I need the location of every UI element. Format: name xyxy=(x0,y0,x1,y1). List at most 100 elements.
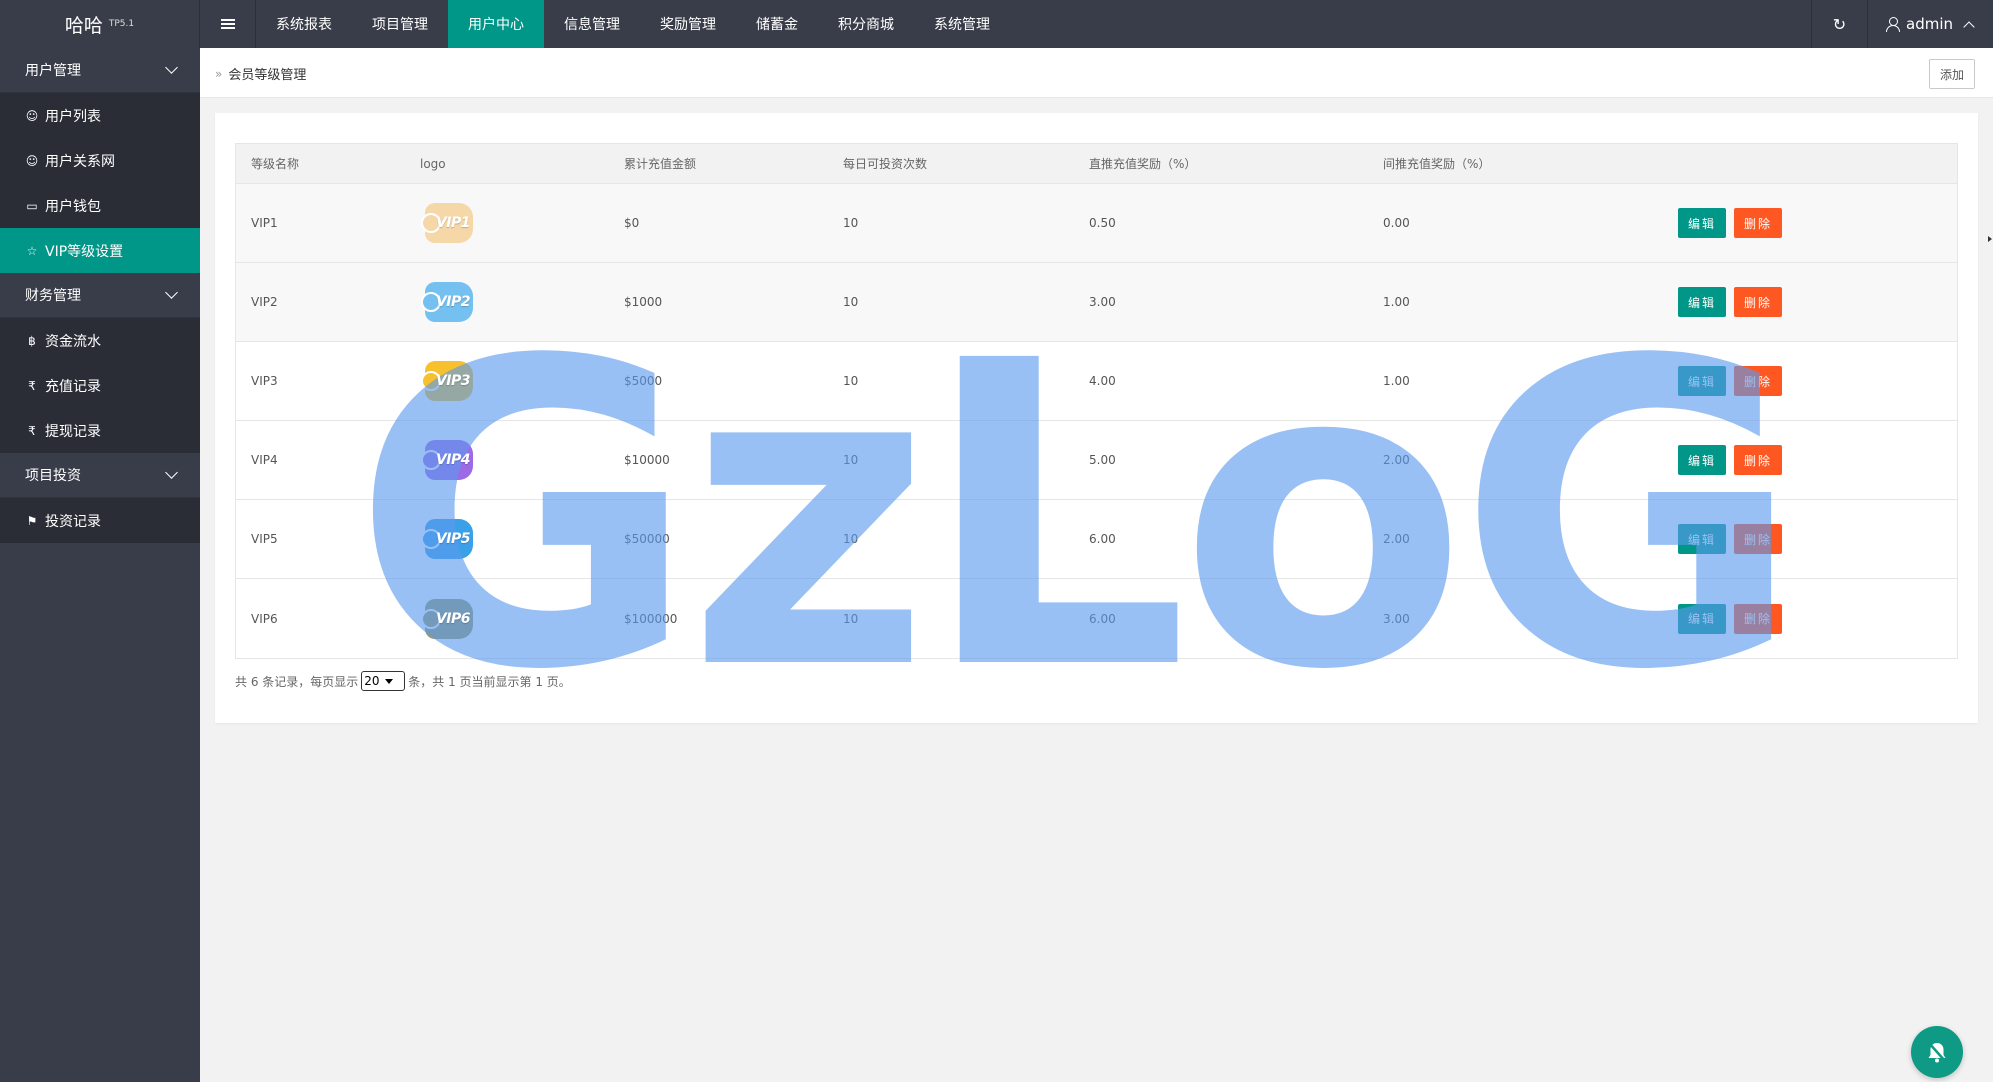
chevron-down-icon xyxy=(165,466,178,479)
column-header: 间推充值奖励（%） xyxy=(1383,157,1491,171)
page-size-select[interactable]: 20 xyxy=(361,671,406,691)
edit-button[interactable]: 编辑 xyxy=(1678,445,1726,475)
nav-item[interactable]: 储蓄金 xyxy=(736,0,818,48)
table-row[interactable]: VIP6 VIP6 $100000 10 6.00 3.00 编辑 删除 xyxy=(236,579,1957,658)
badge-text: VIP5 xyxy=(435,531,471,547)
badge-text: VIP1 xyxy=(435,215,471,231)
delete-button[interactable]: 删除 xyxy=(1734,445,1782,475)
app-title: 哈哈 xyxy=(64,14,103,37)
sidebar-item-user-network[interactable]: ☺ 用户关系网 xyxy=(0,138,200,183)
edit-button[interactable]: 编辑 xyxy=(1678,366,1726,396)
direct-reward: 4.00 xyxy=(1089,374,1116,388)
table-row[interactable]: VIP2 VIP2 $1000 10 3.00 1.00 编辑 删除 xyxy=(236,263,1957,342)
bell-off-icon xyxy=(1928,1042,1946,1063)
sidebar-item-vip-settings[interactable]: ☆ VIP等级设置 xyxy=(0,228,200,273)
total-recharge: $5000 xyxy=(624,374,663,388)
scroll-caret-icon xyxy=(1988,236,1992,242)
vip-badge-icon: VIP6 xyxy=(421,598,473,639)
table-row[interactable]: VIP4 VIP4 $10000 10 5.00 2.00 编辑 删除 xyxy=(236,421,1957,500)
add-button[interactable]: 添加 xyxy=(1929,59,1975,89)
daily-invest-times: 10 xyxy=(843,295,859,309)
sidebar-group-label: 用户管理 xyxy=(25,63,81,79)
app-logo[interactable]: 哈哈 TP5.1 xyxy=(0,0,200,48)
sidebar-item-recharge[interactable]: ₹ 充值记录 xyxy=(0,363,200,408)
rupee-icon: ₹ xyxy=(28,378,36,393)
sidebar-group-finance[interactable]: 财务管理 xyxy=(0,273,200,318)
column-header: 每日可投资次数 xyxy=(843,157,928,171)
user-icon: ☺ xyxy=(25,108,39,123)
content-card: 等级名称 logo 累计充值金额 每日可投资次数 直推充值奖励（%） 间推充值奖… xyxy=(215,113,1978,723)
vip-badge-icon: VIP2 xyxy=(421,282,473,322)
daily-invest-times: 10 xyxy=(843,532,859,546)
nav-item-active[interactable]: 用户中心 xyxy=(448,0,544,48)
direct-reward: 6.00 xyxy=(1089,532,1116,546)
nav-item[interactable]: 系统报表 xyxy=(256,0,352,48)
star-icon: ☆ xyxy=(26,243,38,258)
edit-button[interactable]: 编辑 xyxy=(1678,524,1726,554)
nav-item[interactable]: 奖励管理 xyxy=(640,0,736,48)
user-icon xyxy=(1886,17,1900,32)
level-name: VIP3 xyxy=(251,374,278,388)
delete-button[interactable]: 删除 xyxy=(1734,366,1782,396)
sidebar-item-withdraw[interactable]: ₹ 提现记录 xyxy=(0,408,200,453)
indirect-reward: 2.00 xyxy=(1383,453,1410,467)
chevron-up-icon xyxy=(1963,20,1975,33)
delete-button[interactable]: 删除 xyxy=(1734,287,1782,317)
chevron-down-icon xyxy=(165,61,178,74)
vip-badge-icon: VIP5 xyxy=(421,519,473,559)
level-name: VIP6 xyxy=(251,611,278,626)
table-header: 等级名称 logo 累计充值金额 每日可投资次数 直推充值奖励（%） 间推充值奖… xyxy=(236,144,1957,184)
badge-text: VIP2 xyxy=(435,294,471,310)
badge-text: VIP3 xyxy=(435,373,471,389)
vip-badge-icon: VIP4 xyxy=(421,440,473,480)
nav-item[interactable]: 系统管理 xyxy=(914,0,1010,48)
nav-item[interactable]: 项目管理 xyxy=(352,0,448,48)
column-header: 累计充值金额 xyxy=(624,157,697,171)
edit-button[interactable]: 编辑 xyxy=(1678,208,1726,238)
table-row[interactable]: VIP5 VIP5 $50000 10 6.00 2.00 编辑 删除 xyxy=(236,500,1957,579)
sidebar-item-user-wallet[interactable]: ▭ 用户钱包 xyxy=(0,183,200,228)
daily-invest-times: 10 xyxy=(843,453,859,467)
direct-reward: 5.00 xyxy=(1089,453,1116,467)
direct-reward: 6.00 xyxy=(1089,611,1116,626)
sidebar-group-users[interactable]: 用户管理 xyxy=(0,48,200,93)
table-row[interactable]: VIP3 VIP3 $5000 10 4.00 1.00 编辑 删除 xyxy=(236,342,1957,421)
delete-button[interactable]: 删除 xyxy=(1734,524,1782,554)
sidebar-item-label: VIP等级设置 xyxy=(45,243,124,260)
sidebar-group-label: 财务管理 xyxy=(25,288,81,304)
badge-text: VIP6 xyxy=(435,610,471,627)
sidebar-item-user-list[interactable]: ☺ 用户列表 xyxy=(0,93,200,138)
delete-button[interactable]: 删除 xyxy=(1734,603,1782,634)
top-bar: 哈哈 TP5.1 系统报表 项目管理 用户中心 信息管理 奖励管理 储蓄金 积分… xyxy=(0,0,1993,48)
breadcrumb-label[interactable]: 会员等级管理 xyxy=(228,64,306,83)
delete-button[interactable]: 删除 xyxy=(1734,208,1782,238)
daily-invest-times: 10 xyxy=(843,216,859,230)
main-content: » 会员等级管理 添加 等级名称 logo 累计充值金额 每日可投资次数 直推充… xyxy=(200,48,1993,1082)
sidebar-group-label: 项目投资 xyxy=(25,468,81,484)
direct-reward: 0.50 xyxy=(1089,216,1116,230)
total-recharge: $1000 xyxy=(624,295,663,309)
bitcoin-icon: ฿ xyxy=(28,333,36,348)
chevron-down-icon xyxy=(165,286,178,299)
edit-button[interactable]: 编辑 xyxy=(1678,287,1726,317)
card-icon: ▭ xyxy=(26,198,38,213)
floating-help-button[interactable] xyxy=(1911,1026,1963,1078)
user-menu[interactable]: admin xyxy=(1867,0,1993,48)
menu-toggle-icon[interactable] xyxy=(200,0,256,48)
sidebar-item-investment-records[interactable]: ⚑ 投资记录 xyxy=(0,498,200,543)
sidebar-item-label: 用户关系网 xyxy=(45,153,115,170)
sidebar-item-label: 用户钱包 xyxy=(45,198,101,215)
username: admin xyxy=(1906,15,1953,33)
table-row[interactable]: VIP1 VIP1 $0 10 0.50 0.00 编辑 删除 xyxy=(236,184,1957,263)
daily-invest-times: 10 xyxy=(843,374,859,388)
edit-button[interactable]: 编辑 xyxy=(1678,603,1726,634)
nav-item[interactable]: 积分商城 xyxy=(818,0,914,48)
pager-prefix: 共 6 条记录，每页显示 xyxy=(235,674,359,689)
nav-item[interactable]: 信息管理 xyxy=(544,0,640,48)
sidebar-item-fund-flow[interactable]: ฿ 资金流水 xyxy=(0,318,200,363)
sidebar-item-label: 资金流水 xyxy=(45,333,101,350)
refresh-icon[interactable]: ↻ xyxy=(1811,0,1867,48)
total-recharge: $50000 xyxy=(624,532,670,546)
sidebar-group-investment[interactable]: 项目投资 xyxy=(0,453,200,498)
indirect-reward: 3.00 xyxy=(1383,611,1410,626)
